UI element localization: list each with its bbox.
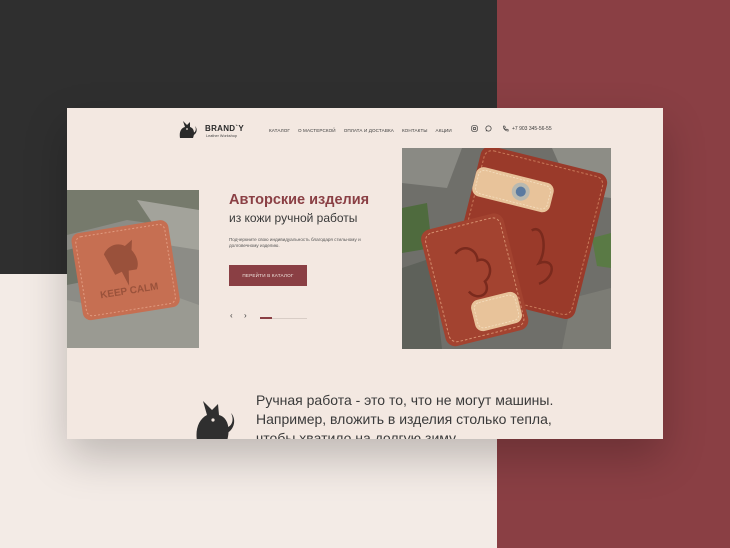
hero-right-product-image: [402, 148, 611, 349]
instagram-icon[interactable]: [471, 125, 478, 132]
cardholder-photo: KEEP CALM: [67, 190, 199, 348]
whatsapp-icon[interactable]: [485, 125, 492, 132]
phone-icon: [503, 125, 509, 132]
nav-item-about[interactable]: О МАСТЕРСКОЙ: [298, 128, 336, 133]
brand-name: BRAND`Y: [205, 124, 244, 133]
nav-item-contacts[interactable]: КОНТАКТЫ: [402, 128, 428, 133]
go-to-catalog-button[interactable]: ПЕРЕЙТИ В КАТАЛОГ: [229, 265, 307, 286]
hero-left-product-image: KEEP CALM: [67, 190, 199, 348]
hero-subtitle: из кожи ручной работы: [229, 211, 358, 225]
fox-logo-icon: [179, 121, 197, 138]
website-mockup-card: BRAND`Y Leather Workshop КАТАЛОГ О МАСТЕ…: [67, 108, 663, 439]
hero-description: Подчеркните свою индивидуальность благод…: [229, 237, 361, 248]
nav-item-payment-delivery[interactable]: ОПЛАТА И ДОСТАВКА: [344, 128, 394, 133]
brand-tagline: Leather Workshop: [206, 134, 237, 138]
slider-prev-icon[interactable]: ‹: [230, 312, 233, 320]
nav-item-promotions[interactable]: АКЦИИ: [436, 128, 452, 133]
social-links: [471, 125, 492, 132]
about-quote: Ручная работа - это то, что не могут маш…: [256, 392, 554, 439]
fox-illustration-icon: [196, 401, 235, 439]
main-nav: КАТАЛОГ О МАСТЕРСКОЙ ОПЛАТА И ДОСТАВКА К…: [269, 128, 452, 133]
nav-item-catalog[interactable]: КАТАЛОГ: [269, 128, 290, 133]
slider-progress-fill: [260, 317, 272, 319]
slider-next-icon[interactable]: ›: [244, 312, 247, 320]
phone-number: +7 903 345-56-55: [512, 125, 552, 132]
header-phone[interactable]: +7 903 345-56-55: [502, 125, 552, 132]
wallets-photo: [402, 148, 611, 349]
hero-title: Авторские изделия: [229, 192, 370, 208]
